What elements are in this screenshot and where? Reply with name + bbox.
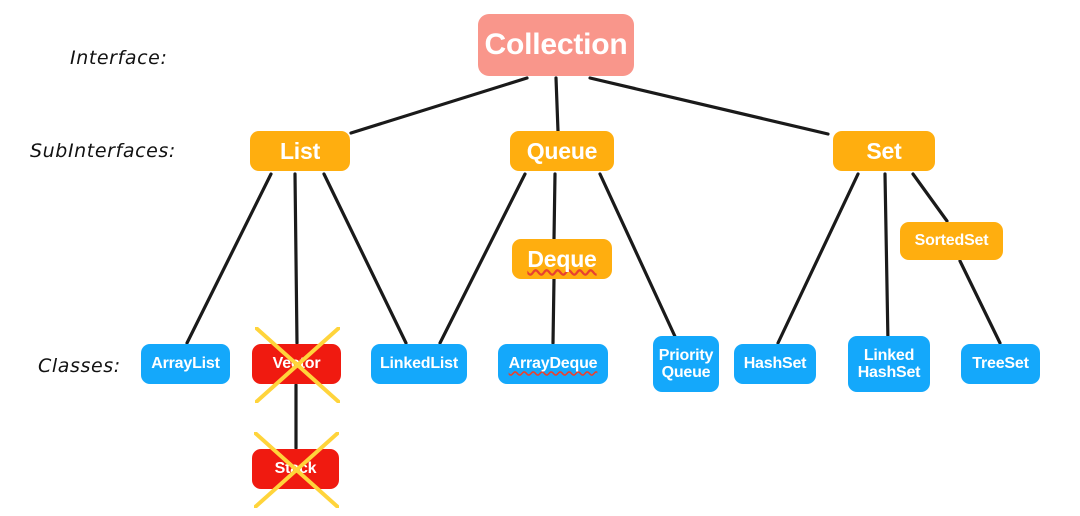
node-label-arraylist: ArrayList <box>151 355 220 373</box>
row-label-interface: Interface: <box>70 47 168 69</box>
node-label-collection: Collection <box>484 27 628 61</box>
edge-list-linkedlist <box>322 172 408 345</box>
node-sortedset[interactable]: SortedSet <box>900 222 1003 260</box>
node-priorityqueue[interactable]: Priority Queue <box>653 336 719 392</box>
edge-set-sortedset <box>911 172 949 223</box>
node-vector[interactable]: Vector <box>252 344 341 384</box>
node-label-arraydeque: ArrayDeque <box>508 355 598 373</box>
diagram-canvas: Interface: SubInterfaces: Classes: Collect… <box>0 0 1080 516</box>
node-collection[interactable]: Collection <box>478 14 634 76</box>
node-linkedlist[interactable]: LinkedList <box>371 344 467 384</box>
node-set[interactable]: Set <box>833 131 935 171</box>
node-arraylist[interactable]: ArrayList <box>141 344 230 384</box>
node-label-hashset: HashSet <box>743 355 807 373</box>
node-linkedhashset[interactable]: Linked HashSet <box>848 336 930 392</box>
edge-set-linkedhashset <box>883 172 890 345</box>
edge-list-vector <box>293 172 299 345</box>
node-label-queue: Queue <box>526 137 598 164</box>
node-label-treeset: TreeSet <box>972 355 1029 373</box>
node-label-priorityqueue: Priority Queue <box>658 346 714 381</box>
edge-set-hashset <box>776 172 860 345</box>
edge-collection-queue <box>554 76 560 133</box>
node-stack[interactable]: Stack <box>252 449 339 489</box>
node-label-vector: Vector <box>272 355 321 373</box>
row-label-subinterfaces: SubInterfaces: <box>30 140 176 162</box>
edge-queue-deque <box>552 172 557 241</box>
node-label-set: Set <box>866 137 902 164</box>
node-treeset[interactable]: TreeSet <box>961 344 1040 384</box>
node-arraydeque[interactable]: ArrayDeque <box>498 344 608 384</box>
node-label-linkedlist: LinkedList <box>379 355 458 373</box>
node-label-sortedset: SortedSet <box>914 232 989 250</box>
node-label-stack: Stack <box>274 460 317 478</box>
edge-collection-set <box>588 76 830 136</box>
row-label-classes: Classes: <box>38 355 121 377</box>
node-label-linkedhashset: Linked HashSet <box>857 346 921 381</box>
node-deque[interactable]: Deque <box>512 239 612 279</box>
edge-list-arraylist <box>185 172 273 345</box>
node-list[interactable]: List <box>250 131 350 171</box>
edge-deque-arraydeque <box>551 277 556 345</box>
node-queue[interactable]: Queue <box>510 131 614 171</box>
node-hashset[interactable]: HashSet <box>734 344 816 384</box>
edge-collection-list <box>349 76 529 135</box>
node-label-list: List <box>279 137 321 164</box>
node-label-deque: Deque <box>527 245 597 272</box>
edge-sortedset-treeset <box>958 259 1002 345</box>
